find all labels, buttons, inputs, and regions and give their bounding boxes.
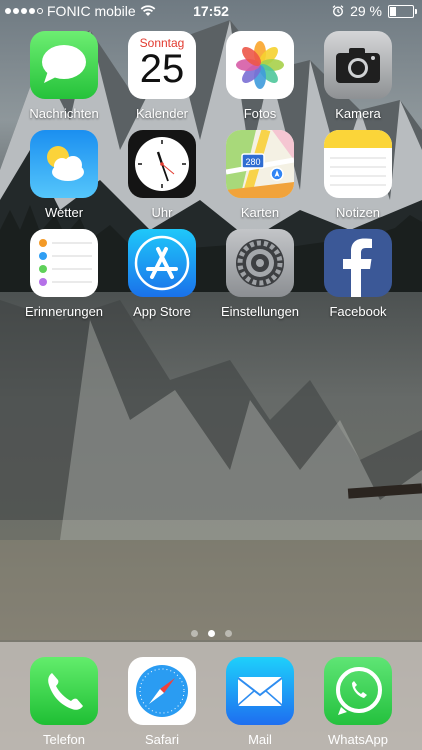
app-label: Uhr: [151, 205, 173, 220]
app-erinnerungen[interactable]: Erinnerungen: [15, 229, 113, 319]
app-label: Telefon: [43, 732, 85, 747]
app-label: Safari: [145, 732, 179, 747]
messages-icon: [30, 31, 98, 99]
alarm-icon: [332, 5, 344, 17]
app-notizen[interactable]: Notizen: [309, 130, 407, 220]
facebook-icon: [324, 229, 392, 297]
safari-icon: [128, 657, 196, 725]
page-indicator[interactable]: [0, 630, 422, 637]
app-label: Einstellungen: [220, 304, 300, 319]
phone-icon: [30, 657, 98, 725]
dock: Telefon Safari Mail WhatsApp: [0, 642, 422, 750]
app-einstellungen[interactable]: Einstellungen: [211, 229, 309, 319]
app-label: Notizen: [335, 205, 381, 220]
calendar-date: 25: [139, 47, 185, 91]
calendar-icon: Sonntag 25: [128, 31, 196, 99]
settings-icon: [226, 229, 294, 297]
app-telefon[interactable]: Telefon: [15, 657, 113, 747]
app-label: App Store: [133, 304, 191, 319]
app-karten[interactable]: 280 Karten: [211, 130, 309, 220]
maps-icon: 280: [226, 130, 294, 198]
app-uhr[interactable]: Uhr: [113, 130, 211, 220]
photos-icon: [226, 31, 294, 99]
app-label: Wetter: [44, 205, 84, 220]
app-label: Nachrichten: [29, 106, 99, 121]
battery-percent: 29 %: [350, 3, 382, 19]
app-label: Kalender: [135, 106, 189, 121]
status-bar: FONIC mobile 17:52 29 %: [0, 0, 422, 22]
app-safari[interactable]: Safari: [113, 657, 211, 747]
app-fotos[interactable]: Fotos: [211, 31, 309, 121]
app-label: Karten: [240, 205, 280, 220]
app-label: Mail: [248, 732, 272, 747]
page-dot[interactable]: [224, 630, 232, 637]
app-label: Fotos: [243, 106, 277, 121]
app-store-icon: [128, 229, 196, 297]
app-wetter[interactable]: Wetter: [15, 130, 113, 220]
app-label: Facebook: [329, 304, 387, 319]
weather-icon: [30, 130, 98, 198]
app-app-store[interactable]: App Store: [113, 229, 211, 319]
mail-icon: [226, 657, 294, 725]
app-kamera[interactable]: Kamera: [309, 31, 407, 121]
app-whatsapp[interactable]: WhatsApp: [309, 657, 407, 747]
notes-icon: [324, 130, 392, 198]
app-facebook[interactable]: Facebook: [309, 229, 407, 319]
app-label: Kamera: [335, 106, 381, 121]
app-kalender[interactable]: Sonntag 25 Kalender: [113, 31, 211, 121]
app-mail[interactable]: Mail: [211, 657, 309, 747]
page-dot[interactable]: [190, 630, 198, 637]
app-label: Erinnerungen: [24, 304, 104, 319]
app-nachrichten[interactable]: Nachrichten: [15, 31, 113, 121]
battery-icon: [388, 4, 417, 18]
whatsapp-icon: [324, 657, 392, 725]
app-label: WhatsApp: [328, 732, 388, 747]
clock-icon: [128, 130, 196, 198]
page-dot-active[interactable]: [207, 630, 215, 637]
camera-icon: [324, 31, 392, 99]
reminders-icon: [30, 229, 98, 297]
road-shield-number: 280: [245, 157, 260, 167]
